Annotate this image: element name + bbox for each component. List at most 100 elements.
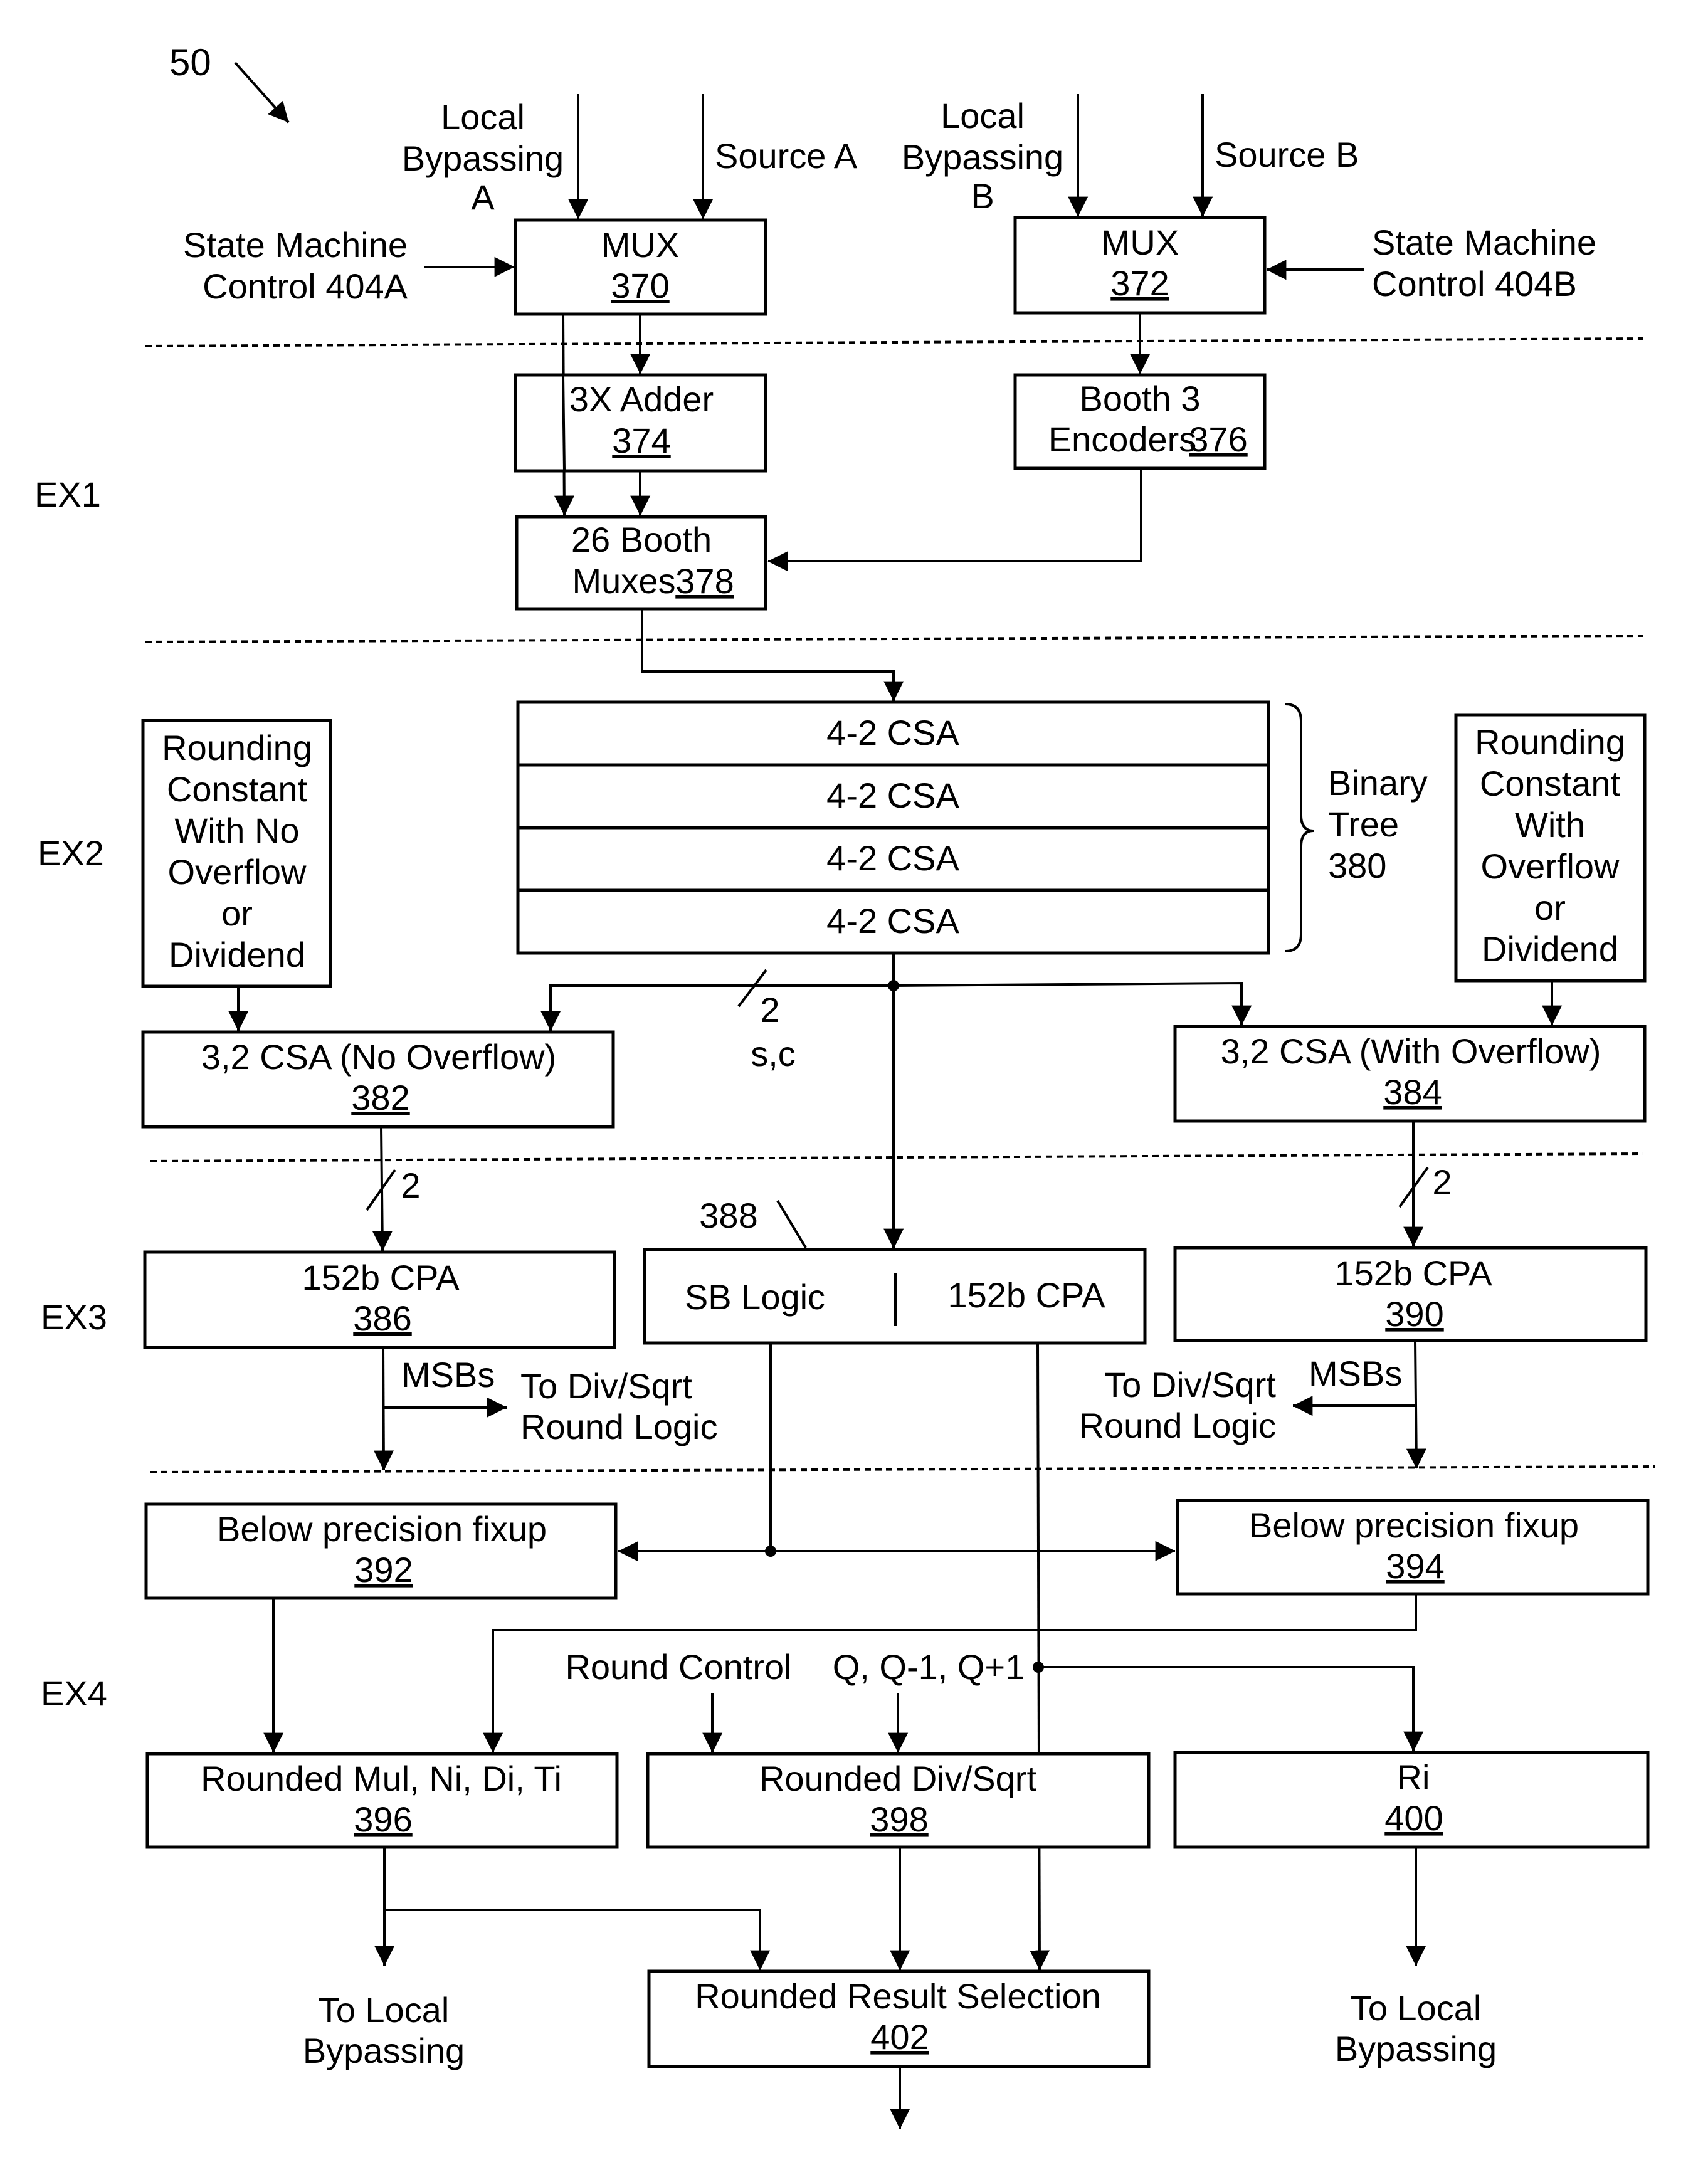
svg-text:To Local: To Local <box>319 1990 450 2030</box>
svg-text:3,2 CSA (With Overflow): 3,2 CSA (With Overflow) <box>1221 1031 1601 1071</box>
cpa-152b-390: 152b CPA 390 <box>1173 1246 1648 1342</box>
svg-text:Booth 3: Booth 3 <box>1079 379 1200 418</box>
rounded-div-sqrt-398: Rounded Div/Sqrt 398 <box>646 1752 1151 1849</box>
bus-width-left: 2 <box>401 1166 420 1205</box>
wire-boothmux-to-tree <box>641 609 904 702</box>
rounded-mul-396: Rounded Mul, Ni, Di, Ti 396 <box>145 1752 619 1849</box>
sum-carry-label: s,c <box>751 1034 796 1073</box>
state-machine-control-404b: State Machine Control 404B <box>1372 223 1596 303</box>
svg-text:380: 380 <box>1328 846 1386 885</box>
below-precision-fixup-394: Below precision fixup 394 <box>1176 1499 1650 1596</box>
stage-divider-3 <box>150 1152 1643 1162</box>
csa-row-1: 4-2 CSA <box>826 713 959 752</box>
rounding-constant-no-overflow: Rounding Constant With No Overflow or Di… <box>141 719 332 988</box>
svg-text:Constant: Constant <box>167 769 308 809</box>
stage-label-ex1: EX1 <box>34 475 101 514</box>
svg-text:Below precision fixup: Below precision fixup <box>1249 1505 1579 1545</box>
svg-text:386: 386 <box>353 1299 411 1338</box>
svg-text:Round Logic: Round Logic <box>520 1407 717 1446</box>
svg-text:398: 398 <box>870 1799 928 1839</box>
sb-logic-cpa-388: SB Logic 152b CPA <box>643 1248 1147 1345</box>
svg-text:152b CPA: 152b CPA <box>947 1275 1105 1315</box>
svg-text:390: 390 <box>1385 1294 1443 1334</box>
svg-text:State Machine: State Machine <box>183 225 408 265</box>
svg-text:Control 404A: Control 404A <box>203 266 408 306</box>
svg-text:MUX: MUX <box>601 225 679 265</box>
svg-text:378: 378 <box>675 561 734 601</box>
booth-muxes-378: 26 Booth Muxes 378 <box>515 515 767 611</box>
svg-text:MUX: MUX <box>1101 223 1179 262</box>
rounding-constant-with-overflow: Rounding Constant With Overflow or Divid… <box>1454 713 1647 983</box>
svg-text:Bypassing: Bypassing <box>402 139 564 178</box>
round-control-label: Round Control <box>565 1647 791 1687</box>
mux-372: MUX 372 <box>1013 216 1267 315</box>
svg-text:392: 392 <box>354 1550 413 1589</box>
stage-label-ex4: EX4 <box>41 1673 107 1713</box>
svg-text:Overflow: Overflow <box>1481 846 1620 886</box>
wire-to-ri <box>1038 1666 1424 1752</box>
stage-divider-4 <box>150 1465 1656 1473</box>
wire-tree-to-csa382 <box>540 984 894 1031</box>
cpa-152b-386: 152b CPA 386 <box>143 1250 616 1349</box>
adder-3x-374: 3X Adder 374 <box>514 373 767 473</box>
csa32-no-overflow-382: 3,2 CSA (No Overflow) 382 <box>141 1030 615 1129</box>
svg-text:State Machine: State Machine <box>1372 223 1596 262</box>
svg-text:Encoders: Encoders <box>1048 419 1197 459</box>
svg-text:Round Logic: Round Logic <box>1079 1406 1276 1445</box>
booth-3-encoders-376: Booth 3 Encoders 376 <box>1013 373 1267 470</box>
input-local-bypassing-a: Local Bypassing A <box>402 97 564 217</box>
wire-encoders-to-boothmux <box>767 468 1142 572</box>
svg-text:Overflow: Overflow <box>168 852 307 892</box>
svg-text:With No: With No <box>174 811 299 850</box>
svg-text:384: 384 <box>1383 1072 1442 1112</box>
wire-cpa386-down <box>374 1347 394 1471</box>
svg-text:Muxes: Muxes <box>572 561 676 601</box>
below-precision-fixup-392: Below precision fixup 392 <box>144 1502 618 1600</box>
wire-cpa390-down <box>1406 1340 1426 1469</box>
ri-400: Ri 400 <box>1173 1751 1650 1849</box>
csa32-with-overflow-384: 3,2 CSA (With Overflow) 384 <box>1173 1025 1647 1123</box>
svg-text:SB Logic: SB Logic <box>685 1277 825 1317</box>
svg-text:400: 400 <box>1384 1798 1443 1838</box>
svg-text:3,2 CSA (No Overflow): 3,2 CSA (No Overflow) <box>201 1037 556 1077</box>
stage-label-ex3: EX3 <box>41 1297 107 1337</box>
stage-divider-2 <box>145 635 1643 643</box>
bus-width-label: 2 <box>760 990 779 1030</box>
stage-label-ex2: EX2 <box>38 833 104 873</box>
svg-text:Rounded Result Selection: Rounded Result Selection <box>695 1976 1101 2016</box>
wire-cpa388-to-result <box>1030 1342 1050 1971</box>
svg-text:A: A <box>471 177 495 217</box>
svg-text:Tree: Tree <box>1328 804 1399 844</box>
svg-text:Control 404B: Control 404B <box>1372 264 1577 303</box>
svg-text:Binary: Binary <box>1328 763 1428 803</box>
svg-text:Local: Local <box>941 96 1025 135</box>
svg-text:Local: Local <box>441 97 525 137</box>
multiplier-divider-pipeline-diagram: 50 EX1 EX2 EX3 EX4 Local Bypassing A Sou… <box>34 41 1656 2129</box>
svg-text:Rounding: Rounding <box>1475 722 1625 762</box>
to-div-sqrt-round-logic-left: To Div/Sqrt Round Logic <box>520 1366 717 1446</box>
svg-text:Rounding: Rounding <box>162 728 312 767</box>
svg-text:3X Adder: 3X Adder <box>569 379 714 419</box>
svg-text:With: With <box>1515 805 1585 845</box>
wire-tree-to-csa384 <box>893 981 1252 1026</box>
binary-tree-380: 4-2 CSA 4-2 CSA 4-2 CSA 4-2 CSA <box>516 700 1270 955</box>
svg-text:Bypassing: Bypassing <box>1335 2029 1497 2068</box>
svg-text:26 Booth: 26 Booth <box>571 520 712 559</box>
input-source-b: Source B <box>1215 135 1359 174</box>
svg-text:or: or <box>221 893 253 933</box>
svg-text:402: 402 <box>870 2017 929 2057</box>
svg-text:Dividend: Dividend <box>169 935 305 974</box>
svg-text:To Local: To Local <box>1351 1988 1482 2028</box>
svg-text:396: 396 <box>354 1799 412 1839</box>
svg-text:To Div/Sqrt: To Div/Sqrt <box>1104 1365 1276 1404</box>
figure-ref-arrow <box>234 61 290 124</box>
binary-tree-brace <box>1285 703 1314 952</box>
csa-row-4: 4-2 CSA <box>826 901 959 940</box>
svg-text:382: 382 <box>351 1078 409 1117</box>
to-div-sqrt-round-logic-right: To Div/Sqrt Round Logic <box>1079 1365 1277 1445</box>
svg-text:394: 394 <box>1386 1546 1444 1586</box>
input-local-bypassing-b: Local Bypassing B <box>902 96 1063 216</box>
svg-text:To Div/Sqrt: To Div/Sqrt <box>520 1366 692 1406</box>
bus-width-right: 2 <box>1432 1162 1452 1202</box>
ref-leader-388 <box>776 1199 807 1249</box>
